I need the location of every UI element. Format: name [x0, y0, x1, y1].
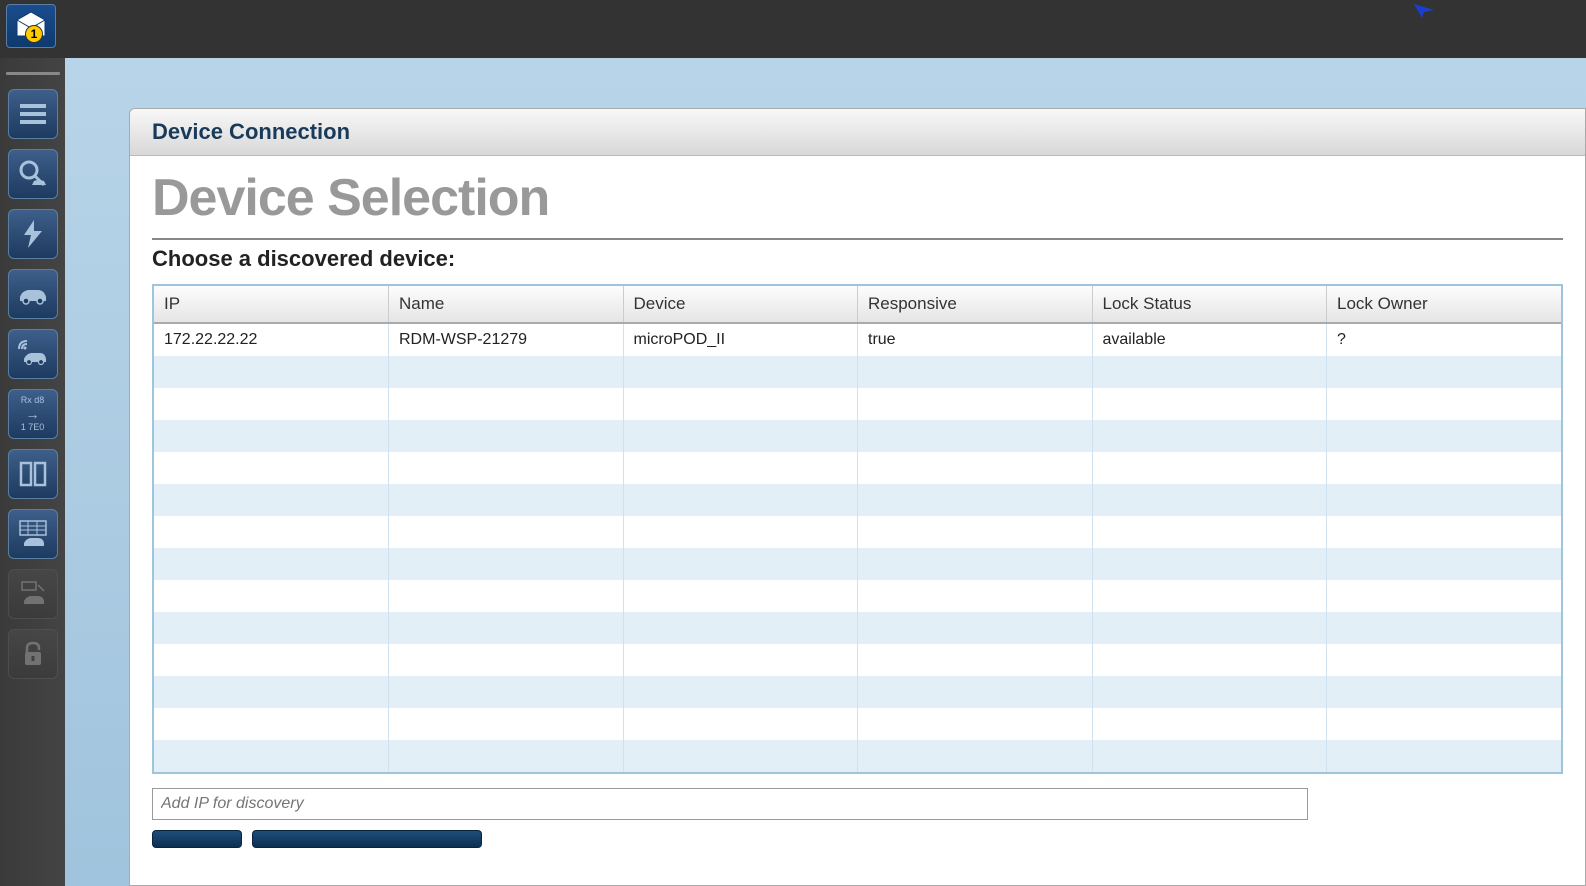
- sidebar: Rx d8 → 1 7E0: [0, 58, 65, 886]
- sidebar-menu-button[interactable]: [8, 89, 58, 139]
- flash-icon: [16, 217, 50, 251]
- panels-icon: [16, 457, 50, 491]
- arrow-right-icon: →: [26, 406, 40, 423]
- device-table-body: 172.22.22.22 RDM-WSP-21279 microPOD_II t…: [154, 323, 1561, 772]
- vehicle-icon: [16, 277, 50, 311]
- page-subtitle: Choose a discovered device:: [152, 246, 1563, 272]
- table-row[interactable]: [154, 580, 1561, 612]
- sidebar-divider: [6, 72, 60, 75]
- col-header-lock-status[interactable]: Lock Status: [1092, 286, 1327, 323]
- col-header-device[interactable]: Device: [623, 286, 858, 323]
- cell-name: RDM-WSP-21279: [389, 323, 624, 356]
- col-header-name[interactable]: Name: [389, 286, 624, 323]
- table-row[interactable]: [154, 452, 1561, 484]
- table-row[interactable]: [154, 484, 1561, 516]
- table-row[interactable]: [154, 356, 1561, 388]
- table-header-row: IP Name Device Responsive Lock Status Lo…: [154, 286, 1561, 323]
- table-row[interactable]: [154, 388, 1561, 420]
- col-header-lock-owner[interactable]: Lock Owner: [1327, 286, 1562, 323]
- sidebar-config-vehicle-button[interactable]: [8, 569, 58, 619]
- sidebar-lock-button[interactable]: [8, 629, 58, 679]
- table-row[interactable]: [154, 548, 1561, 580]
- sidebar-wireless-vehicle-button[interactable]: [8, 329, 58, 379]
- col-header-ip[interactable]: IP: [154, 286, 389, 323]
- sidebar-search-vehicle-button[interactable]: [8, 149, 58, 199]
- title-divider: [152, 238, 1563, 240]
- lock-icon: [16, 637, 50, 671]
- main-layout: Rx d8 → 1 7E0: [0, 58, 1586, 886]
- table-row[interactable]: [154, 676, 1561, 708]
- notification-badge: 1: [25, 25, 43, 43]
- table-row[interactable]: [154, 420, 1561, 452]
- device-connection-panel: Device Connection Device Selection Choos…: [129, 108, 1586, 886]
- config-vehicle-icon: [16, 577, 50, 611]
- cell-responsive: true: [858, 323, 1093, 356]
- panel-header: Device Connection: [130, 109, 1585, 156]
- app-icon[interactable]: 1: [6, 4, 56, 48]
- panel-body: Device Selection Choose a discovered dev…: [130, 156, 1585, 885]
- table-row[interactable]: [154, 740, 1561, 772]
- top-bar: 1: [0, 0, 1586, 58]
- table-row[interactable]: [154, 644, 1561, 676]
- action-button-2[interactable]: [252, 830, 482, 848]
- cell-device: microPOD_II: [623, 323, 858, 356]
- sidebar-vehicle-button[interactable]: [8, 269, 58, 319]
- table-row[interactable]: [154, 708, 1561, 740]
- pointer-icon: [1412, 2, 1436, 20]
- add-ip-input[interactable]: [152, 788, 1308, 820]
- search-vehicle-icon: [16, 157, 50, 191]
- device-table: IP Name Device Responsive Lock Status Lo…: [154, 286, 1561, 772]
- table-row[interactable]: 172.22.22.22 RDM-WSP-21279 microPOD_II t…: [154, 323, 1561, 356]
- cell-lock-status: available: [1092, 323, 1327, 356]
- button-row: [152, 830, 1563, 848]
- sidebar-grid-vehicle-button[interactable]: [8, 509, 58, 559]
- sidebar-data-button[interactable]: Rx d8 → 1 7E0: [8, 389, 58, 439]
- table-row[interactable]: [154, 516, 1561, 548]
- data-line2: 1 7E0: [21, 422, 45, 433]
- sidebar-panels-button[interactable]: [8, 449, 58, 499]
- action-button-1[interactable]: [152, 830, 242, 848]
- content-area: Device Connection Device Selection Choos…: [65, 58, 1586, 886]
- wireless-vehicle-icon: [16, 337, 50, 371]
- table-row[interactable]: [154, 612, 1561, 644]
- col-header-responsive[interactable]: Responsive: [858, 286, 1093, 323]
- cell-lock-owner: ?: [1327, 323, 1562, 356]
- page-title: Device Selection: [152, 168, 1563, 228]
- cell-ip: 172.22.22.22: [154, 323, 389, 356]
- menu-icon: [16, 97, 50, 131]
- sidebar-flash-button[interactable]: [8, 209, 58, 259]
- ip-input-row: [152, 788, 1563, 820]
- device-table-wrap: IP Name Device Responsive Lock Status Lo…: [152, 284, 1563, 774]
- data-line1: Rx d8: [21, 395, 45, 406]
- grid-vehicle-icon: [16, 517, 50, 551]
